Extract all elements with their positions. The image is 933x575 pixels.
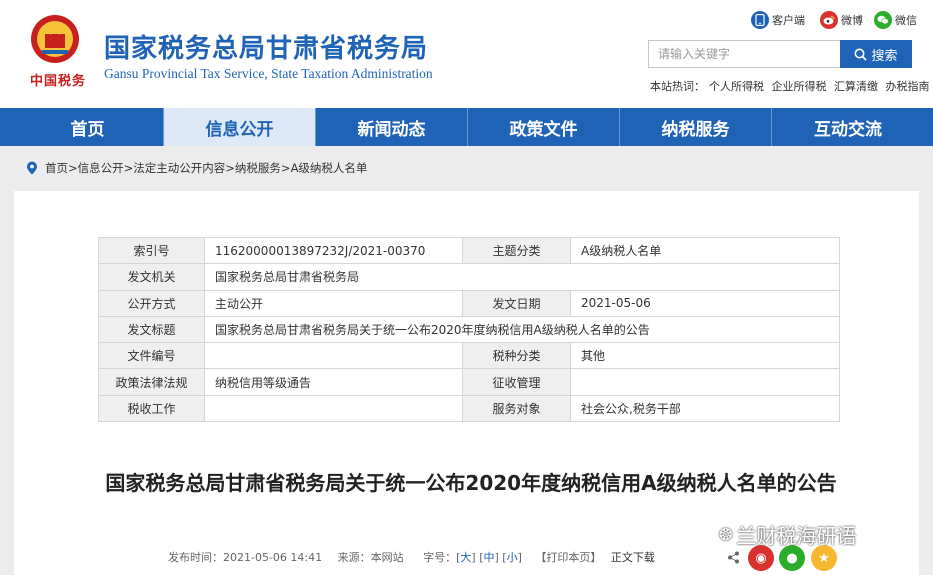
watermark-wechat-icon: ❂ xyxy=(719,525,733,544)
site-title-en: Gansu Provincial Tax Service, State Taxa… xyxy=(104,66,433,81)
breadcrumb-item[interactable]: 首页 xyxy=(45,160,68,176)
nav-item-home[interactable]: 首页 xyxy=(12,108,164,146)
weibo-icon xyxy=(820,11,838,29)
meta-value xyxy=(204,394,463,423)
meta-key: 政策法律法规 xyxy=(98,368,205,396)
breadcrumb-item[interactable]: A级纳税人名单 xyxy=(291,160,368,176)
brand-logo-text: 中国税务 xyxy=(30,74,87,89)
breadcrumb: 首页 > 信息公开 > 法定主动公开内容 > 纳税服务 > A级纳税人名单 xyxy=(26,160,367,176)
nav-item-news[interactable]: 新闻动态 xyxy=(316,108,468,146)
meta-key: 税种分类 xyxy=(462,342,571,370)
meta-value xyxy=(204,342,463,370)
meta-value: 其他 xyxy=(570,342,840,370)
hot-words-label: 本站热词： xyxy=(650,80,705,93)
meta-value: A级纳税人名单 xyxy=(570,236,840,265)
article-source: 来源：本网站 xyxy=(337,551,404,564)
meta-key: 税收工作 xyxy=(98,394,205,423)
font-size-large[interactable]: 大 xyxy=(460,551,471,564)
meta-key: 文件编号 xyxy=(98,342,205,370)
breadcrumb-item[interactable]: 纳税服务 xyxy=(235,160,281,176)
hot-word[interactable]: 个人所得税 xyxy=(709,80,764,93)
hot-words: 本站热词： 个人所得税 企业所得税 汇算清缴 办税指南 xyxy=(650,78,933,94)
meta-value: 社会公众,税务干部 xyxy=(570,394,840,423)
font-size-label: 字号： xyxy=(423,551,457,564)
meta-key: 服务对象 xyxy=(462,394,571,423)
article-title: 国家税务总局甘肃省税务局关于统一公布2020年度纳税信用A级纳税人名单的公告 xyxy=(105,471,837,495)
font-size-medium[interactable]: 中 xyxy=(484,551,495,564)
table-row: 税收工作 服务对象 社会公众,税务干部 xyxy=(98,394,840,423)
meta-value: 2021-05-06 xyxy=(570,289,840,317)
social-label: 微博 xyxy=(841,14,863,27)
article-info-bar: 发布时间：2021-05-06 14:41 来源：本网站 字号：[大] [中] … xyxy=(168,551,655,564)
mobile-client-link[interactable]: 客户端 xyxy=(751,11,805,29)
search-button-label: 搜索 xyxy=(871,48,898,64)
location-pin-icon xyxy=(27,161,37,175)
site-title[interactable]: 国家税务总局甘肃省税务局 xyxy=(104,28,428,65)
meta-value xyxy=(570,368,840,396)
meta-key: 发文日期 xyxy=(462,289,571,317)
nav-item-info-disclosure[interactable]: 信息公开 xyxy=(164,108,316,146)
meta-key: 主题分类 xyxy=(462,236,571,265)
hot-word[interactable]: 办税指南 xyxy=(886,80,930,93)
table-row: 公开方式 主动公开 发文日期 2021-05-06 xyxy=(98,289,840,317)
download-link[interactable]: 正文下载 xyxy=(611,551,655,564)
table-row: 发文机关 国家税务总局甘肃省税务局 xyxy=(98,263,840,291)
watermark: ❂ 兰财税海研语 xyxy=(719,520,856,549)
print-link[interactable]: 【打印本页】 xyxy=(535,551,601,564)
search-input[interactable]: 请输入关键字 xyxy=(648,40,840,68)
search-icon xyxy=(854,48,868,61)
nav-item-interaction[interactable]: 互动交流 xyxy=(772,108,924,146)
meta-key: 征收管理 xyxy=(462,368,571,396)
tax-emblem-icon xyxy=(31,15,79,63)
wechat-link[interactable]: 微信 xyxy=(874,11,917,29)
hot-word[interactable]: 汇算清缴 xyxy=(834,80,878,93)
social-label: 客户端 xyxy=(772,14,805,27)
meta-key: 发文机关 xyxy=(98,263,205,291)
table-row: 发文标题 国家税务总局甘肃省税务局关于统一公布2020年度纳税信用A级纳税人名单… xyxy=(98,315,840,344)
meta-value: 国家税务总局甘肃省税务局 xyxy=(204,263,840,291)
breadcrumb-item[interactable]: 信息公开 xyxy=(78,160,124,176)
social-label: 微信 xyxy=(895,14,917,27)
meta-value: 国家税务总局甘肃省税务局关于统一公布2020年度纳税信用A级纳税人名单的公告 xyxy=(204,315,840,344)
breadcrumb-item[interactable]: 法定主动公开内容 xyxy=(133,160,225,176)
weibo-link[interactable]: 微博 xyxy=(820,11,863,29)
main-nav: 首页 信息公开 新闻动态 政策文件 纳税服务 互动交流 xyxy=(0,108,933,146)
table-row: 文件编号 税种分类 其他 xyxy=(98,342,840,370)
document-metadata-table: 索引号 11620000013897232J/2021-00370 主题分类 A… xyxy=(98,236,840,423)
table-row: 索引号 11620000013897232J/2021-00370 主题分类 A… xyxy=(98,236,840,265)
share-icon[interactable] xyxy=(727,551,740,564)
meta-value: 纳税信用等级通告 xyxy=(204,368,463,396)
meta-value: 11620000013897232J/2021-00370 xyxy=(204,236,463,265)
watermark-text: 兰财税海研语 xyxy=(736,524,857,548)
meta-key: 索引号 xyxy=(98,236,205,265)
search-button[interactable]: 搜索 xyxy=(840,40,912,68)
meta-value: 主动公开 xyxy=(204,289,463,317)
font-size-small[interactable]: 小 xyxy=(507,551,518,564)
hot-word[interactable]: 企业所得税 xyxy=(772,80,827,93)
nav-item-policy[interactable]: 政策文件 xyxy=(468,108,620,146)
meta-key: 发文标题 xyxy=(98,315,205,344)
mobile-client-icon xyxy=(751,11,769,29)
site-header: 中国税务 国家税务总局甘肃省税务局 Gansu Provincial Tax S… xyxy=(0,0,933,108)
meta-key: 公开方式 xyxy=(98,289,205,317)
nav-item-tax-service[interactable]: 纳税服务 xyxy=(620,108,772,146)
wechat-icon xyxy=(874,11,892,29)
publish-time: 发布时间：2021-05-06 14:41 xyxy=(168,551,323,564)
table-row: 政策法律法规 纳税信用等级通告 征收管理 xyxy=(98,368,840,396)
